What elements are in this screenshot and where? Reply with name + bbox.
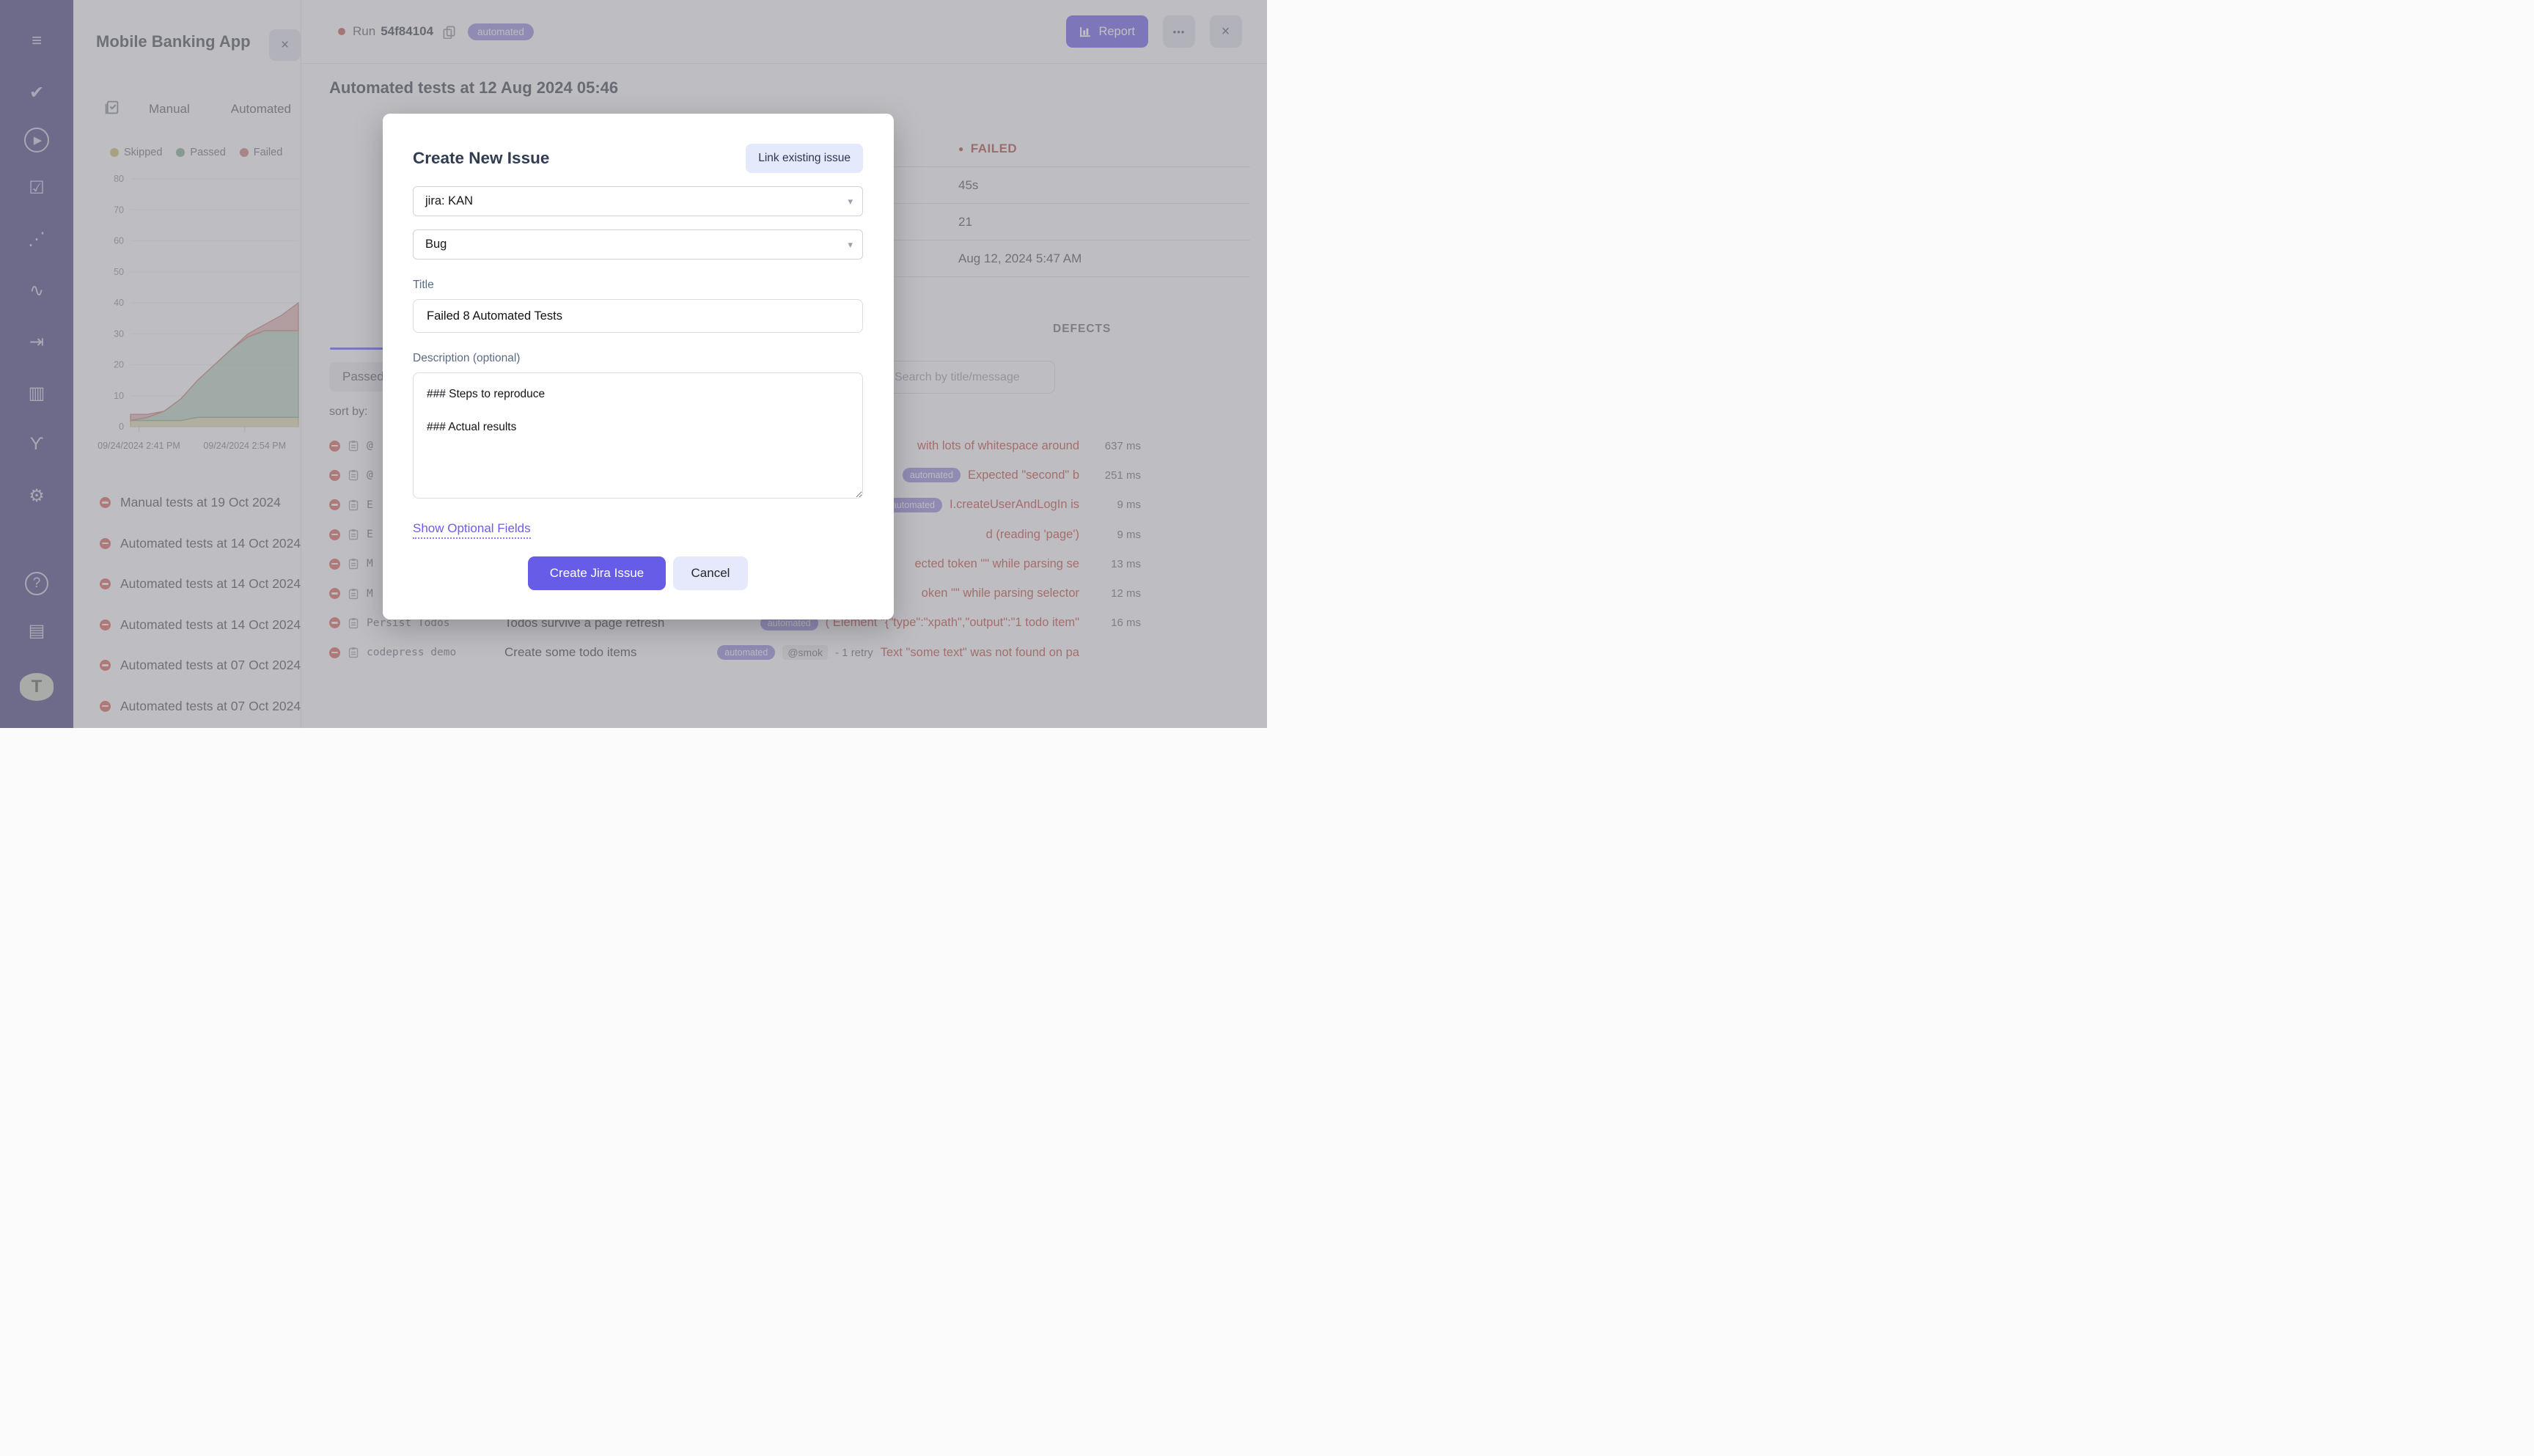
issue-title-input[interactable]: [413, 299, 863, 333]
description-textarea[interactable]: ### Steps to reproduce ### Actual result…: [413, 372, 863, 499]
description-label: Description (optional): [413, 352, 521, 364]
chevron-down-icon: ▾: [848, 238, 853, 250]
title-label: Title: [413, 279, 434, 291]
app-window: ≡✔▶☑⋰∿⇥▥ϒ⚙?▤T Mobile Banking App × Manua…: [0, 0, 1267, 728]
modal-title: Create New Issue: [413, 149, 550, 167]
modal-actions: Create Jira Issue Cancel: [413, 556, 863, 590]
show-optional-fields-link[interactable]: Show Optional Fields: [413, 521, 531, 539]
project-select[interactable]: jira: KAN ▾: [413, 186, 863, 216]
modal-header: Create New Issue Link existing issue: [413, 144, 863, 173]
chevron-down-icon: ▾: [848, 195, 853, 207]
create-issue-modal: Create New Issue Link existing issue jir…: [383, 114, 894, 619]
issue-type-select[interactable]: Bug ▾: [413, 229, 863, 260]
create-jira-issue-button[interactable]: Create Jira Issue: [528, 556, 666, 590]
project-select-value: jira: KAN: [425, 194, 474, 207]
issue-type-value: Bug: [425, 238, 447, 251]
link-existing-issue-button[interactable]: Link existing issue: [746, 144, 863, 173]
cancel-button[interactable]: Cancel: [673, 556, 748, 590]
